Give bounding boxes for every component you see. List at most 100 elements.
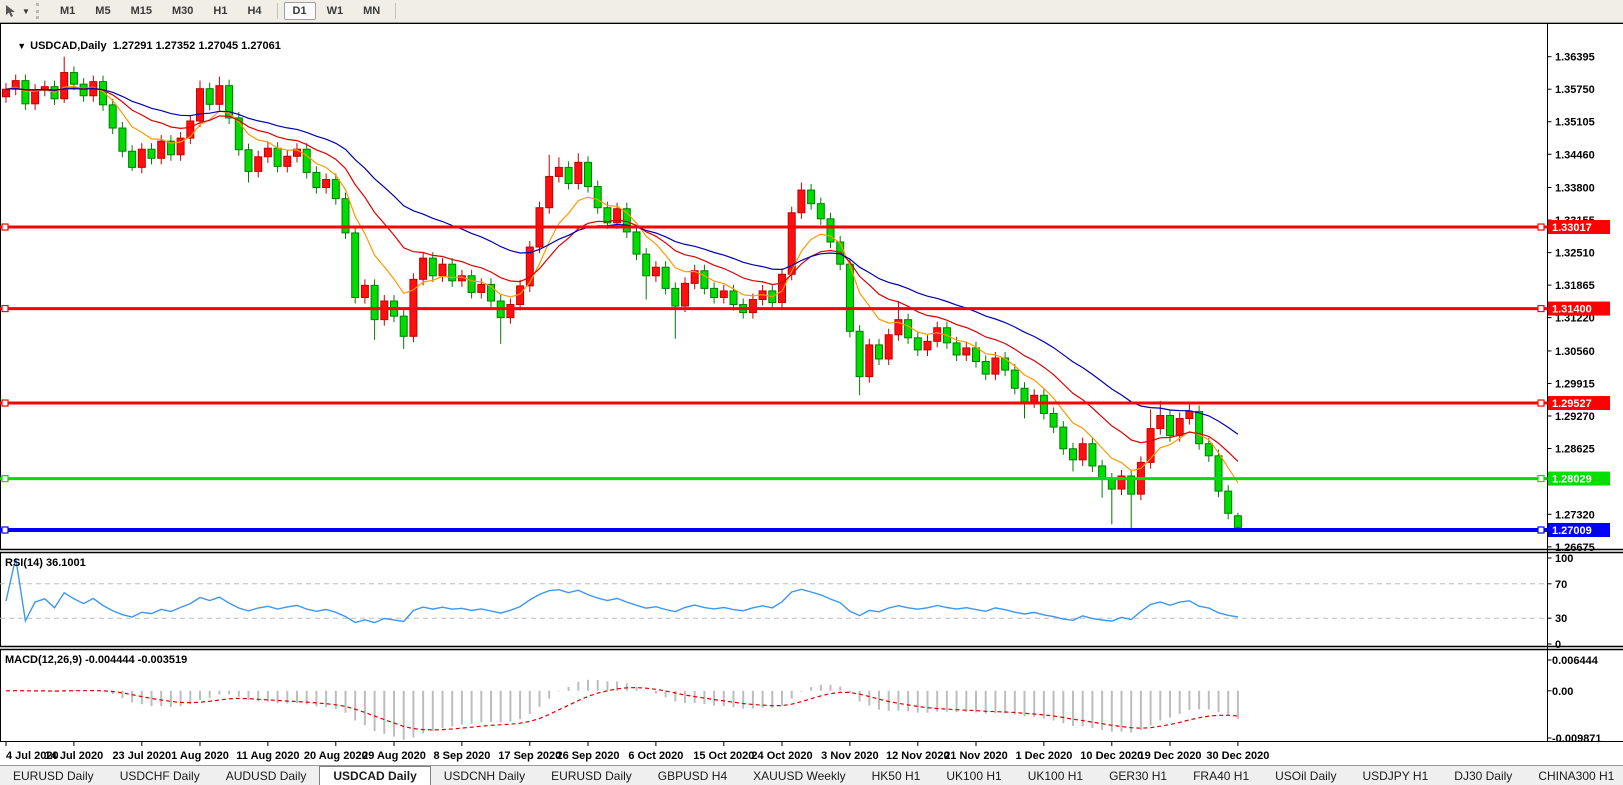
date-axis-label: 8 Sep 2020 (433, 750, 490, 762)
candle (1215, 456, 1222, 491)
chart-tab-usdchf-daily-1[interactable]: USDCHF Daily (107, 766, 213, 785)
line-handle[interactable] (2, 400, 8, 406)
candle (303, 149, 310, 172)
chart-tab-dj30-daily-15[interactable]: DJ30 Daily (1441, 766, 1525, 785)
price-axis-label: 1.29915 (1555, 378, 1595, 390)
candle (1011, 370, 1018, 388)
candle (381, 301, 388, 320)
candle (361, 285, 368, 297)
candle (633, 232, 640, 254)
chart-tab-hk50-h1-8[interactable]: HK50 H1 (859, 766, 934, 785)
candle (1167, 415, 1174, 435)
price-chart-canvas[interactable]: 1.363951.357501.351051.344601.338001.331… (0, 0, 1623, 785)
line-handle[interactable] (1538, 224, 1544, 230)
chart-tab-gbpusd-h4-6[interactable]: GBPUSD H4 (645, 766, 740, 785)
candle (749, 299, 756, 312)
symbol-dropdown-icon[interactable]: ▼ (17, 41, 26, 51)
candle (245, 150, 252, 172)
candle (905, 320, 912, 338)
price-tag-1.28029: 1.28029 (1552, 474, 1592, 486)
candle (148, 149, 155, 158)
chart-tab-eurusd-daily-5[interactable]: EURUSD Daily (538, 766, 645, 785)
candle (400, 316, 407, 336)
chart-tab-usdjpy-h1-14[interactable]: USDJPY H1 (1349, 766, 1441, 785)
candle (507, 305, 514, 318)
candle (575, 162, 582, 183)
symbol-name: USDCAD,Daily (30, 40, 106, 52)
price-axis-label: 1.32510 (1555, 248, 1595, 260)
candle (546, 176, 553, 207)
candle (1186, 411, 1193, 418)
candle (255, 157, 262, 172)
rsi-axis-label: 70 (1555, 579, 1567, 591)
candle (119, 128, 126, 151)
candle (982, 362, 989, 375)
candle (817, 204, 824, 219)
date-axis-label: 14 Jul 2020 (45, 750, 104, 762)
candle (274, 148, 281, 166)
line-handle[interactable] (1538, 400, 1544, 406)
candle (973, 348, 980, 362)
candle (284, 156, 291, 166)
candle (720, 291, 727, 298)
date-axis-label: 12 Nov 2020 (886, 750, 950, 762)
line-handle[interactable] (1538, 527, 1544, 533)
candle (1070, 449, 1077, 460)
chart-tab-china300-h1-16[interactable]: CHINA300 H1 (1525, 766, 1623, 785)
candle (682, 283, 689, 306)
line-handle[interactable] (1538, 476, 1544, 482)
candle (1021, 388, 1028, 402)
chart-tab-uk100-h1-10[interactable]: UK100 H1 (1015, 766, 1096, 785)
chart-tab-audusd-daily-2[interactable]: AUDUSD Daily (213, 766, 320, 785)
price-axis-label: 1.36395 (1555, 52, 1595, 64)
candle (1060, 427, 1067, 449)
chart-tab-ger30-h1-11[interactable]: GER30 H1 (1096, 766, 1180, 785)
line-handle[interactable] (2, 306, 8, 312)
chart-tab-usdcnh-daily-4[interactable]: USDCNH Daily (431, 766, 538, 785)
candle (1147, 429, 1154, 463)
candle (779, 274, 786, 302)
price-axis-label: 1.30560 (1555, 346, 1595, 358)
chart-tab-xauusd-weekly-7[interactable]: XAUUSD Weekly (740, 766, 858, 785)
candle (953, 343, 960, 355)
price-axis-label: 1.29270 (1555, 411, 1595, 423)
chart-tab-eurusd-daily-0[interactable]: EURUSD Daily (0, 766, 107, 785)
date-axis-label: 15 Oct 2020 (693, 750, 754, 762)
chart-tab-usoil-daily-13[interactable]: USOil Daily (1262, 766, 1349, 785)
line-handle[interactable] (2, 476, 8, 482)
candle (449, 264, 456, 281)
candle (924, 341, 931, 350)
line-handle[interactable] (1538, 306, 1544, 312)
chart-tab-fra40-h1-12[interactable]: FRA40 H1 (1180, 766, 1262, 785)
trading-terminal: ▼ M1M5M15M30H1H4D1W1MN ▼USDCAD,Daily 1.2… (0, 0, 1623, 785)
candle (1234, 516, 1241, 528)
candle (594, 187, 601, 208)
candle (371, 285, 378, 319)
price-tag-1.29527: 1.29527 (1552, 398, 1592, 410)
chart-tab-uk100-h1-9[interactable]: UK100 H1 (933, 766, 1014, 785)
candle (1196, 411, 1203, 443)
candle (216, 86, 223, 105)
price-axis-label: 1.31865 (1555, 280, 1595, 292)
candle (1108, 479, 1115, 489)
candle (963, 348, 970, 355)
price-tag-1.33017: 1.33017 (1552, 222, 1592, 234)
candle (70, 73, 77, 85)
candle (420, 258, 427, 279)
candle (323, 179, 330, 187)
candle (672, 288, 679, 306)
candle (846, 264, 853, 331)
candle (61, 73, 68, 99)
candle (1225, 491, 1232, 513)
price-axis-label: 1.27320 (1555, 509, 1595, 521)
date-axis-label: 29 Aug 2020 (362, 750, 426, 762)
rsi-axis-label: 30 (1555, 613, 1567, 625)
macd-indicator-label: MACD(12,26,9) -0.004444 -0.003519 (5, 654, 187, 666)
line-handle[interactable] (2, 224, 8, 230)
price-axis-label: 1.34460 (1555, 149, 1595, 161)
date-axis-label: 21 Nov 2020 (944, 750, 1008, 762)
line-handle[interactable] (2, 527, 8, 533)
candle (885, 335, 892, 359)
price-axis-label: 1.35750 (1555, 84, 1595, 96)
chart-tab-usdcad-daily-3[interactable]: USDCAD Daily (319, 766, 430, 785)
